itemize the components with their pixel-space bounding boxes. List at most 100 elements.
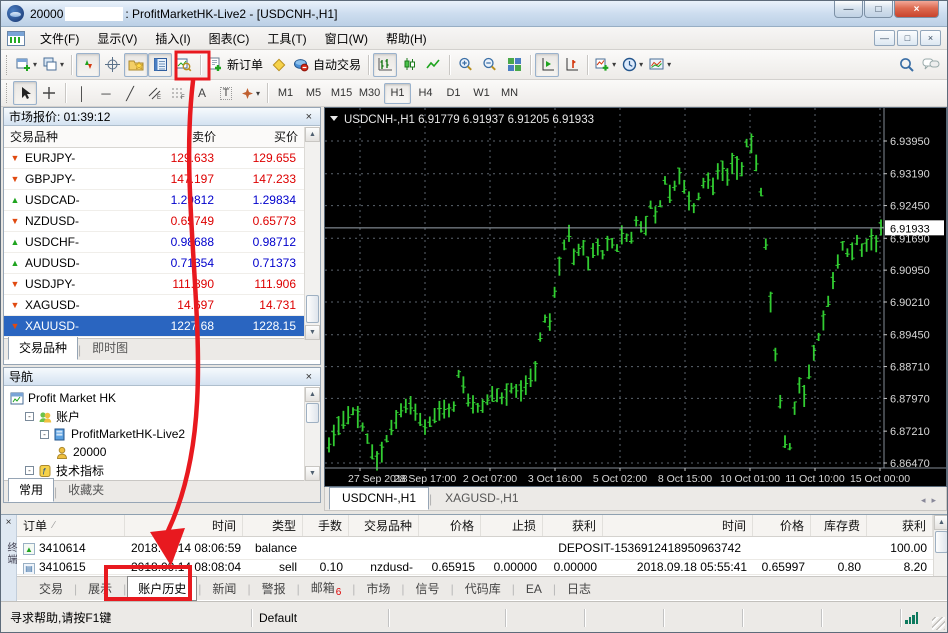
history-column-2[interactable]: 类型 — [243, 515, 303, 536]
history-column-3[interactable]: 手数 — [303, 515, 349, 536]
chart-window[interactable]: 6.939506.931906.924506.916906.909506.902… — [324, 107, 947, 487]
zoom-in-button[interactable] — [454, 53, 478, 77]
terminal-tab-8[interactable]: 代码库 — [455, 577, 511, 600]
chart-system-menu-icon[interactable] — [7, 31, 25, 46]
market-watch-row[interactable]: ▼NZDUSD-0.657490.65773 — [4, 211, 320, 232]
close-icon[interactable]: × — [303, 371, 315, 383]
tree-item-4[interactable]: -f技术指标 — [8, 461, 320, 479]
mdi-restore-button[interactable]: □ — [897, 30, 918, 46]
vertical-line-button[interactable]: │ — [70, 81, 94, 105]
price-chart[interactable]: 6.939506.931906.924506.916906.909506.902… — [325, 108, 946, 486]
mdi-close-button[interactable]: × — [920, 30, 941, 46]
chart-line-button[interactable] — [421, 53, 445, 77]
autotrading-button[interactable]: 自动交易 — [290, 53, 364, 77]
market-watch-row[interactable]: ▼GBPJPY-147.197147.233 — [4, 169, 320, 190]
mdi-minimize-button[interactable]: — — [874, 30, 895, 46]
menu-item-2[interactable]: 插入(I) — [146, 27, 199, 50]
timeframe-button-m5[interactable]: M5 — [300, 83, 327, 104]
navigator-toggle-button[interactable] — [124, 53, 148, 77]
menu-item-5[interactable]: 窗口(W) — [316, 27, 377, 50]
terminal-tab-7[interactable]: 信号 — [406, 577, 450, 600]
navigator-tab-1[interactable]: 收藏夹 — [57, 478, 115, 502]
strategy-tester-button[interactable] — [172, 53, 196, 77]
scroll-right-icon[interactable]: ▸ — [931, 495, 936, 506]
history-row[interactable]: ▲34106142018.09.14 08:06:59balanceDEPOSI… — [17, 537, 933, 560]
text-button[interactable]: A — [190, 81, 214, 105]
terminal-tab-5[interactable]: 邮箱6 — [301, 576, 352, 601]
market-watch-row[interactable]: ▲USDCAD-1.298121.29834 — [4, 190, 320, 211]
menu-item-0[interactable]: 文件(F) — [31, 27, 88, 50]
timeframe-button-h4[interactable]: H4 — [412, 83, 439, 104]
crosshair-mode-button[interactable] — [37, 81, 61, 105]
market-watch-header[interactable]: 市场报价: 01:39:12 × — [4, 108, 320, 126]
text-label-button[interactable]: T — [214, 81, 238, 105]
tree-expander-icon[interactable]: - — [25, 412, 34, 421]
terminal-tab-3[interactable]: 新闻 — [202, 577, 246, 600]
column-symbol[interactable]: 交易品种 — [4, 128, 139, 145]
column-ask[interactable]: 买价 — [222, 128, 304, 145]
column-bid[interactable]: 卖价 — [139, 128, 222, 145]
search-button[interactable] — [895, 53, 919, 77]
trendline-button[interactable]: ╱ — [118, 81, 142, 105]
menu-item-1[interactable]: 显示(V) — [88, 27, 146, 50]
navigator-header[interactable]: 导航 × — [4, 368, 320, 386]
market-watch-tab-1[interactable]: 即时图 — [81, 336, 139, 360]
scrollbar-thumb[interactable] — [306, 403, 319, 423]
history-column-6[interactable]: 止损 — [481, 515, 543, 536]
toolbar-grip[interactable] — [6, 55, 9, 75]
profiles-button[interactable]: ▾ — [40, 53, 67, 77]
metaeditor-button[interactable] — [266, 53, 290, 77]
history-column-4[interactable]: 交易品种 — [349, 515, 419, 536]
history-column-0[interactable]: 订单∕ — [17, 515, 125, 536]
terminal-tab-6[interactable]: 市场 — [356, 577, 400, 600]
menu-item-3[interactable]: 图表(C) — [200, 27, 259, 50]
tile-windows-button[interactable] — [502, 53, 526, 77]
periods-button[interactable]: ▾ — [619, 53, 646, 77]
indicators-button[interactable]: ▾ — [592, 53, 619, 77]
scroll-down-icon[interactable]: ▼ — [305, 466, 320, 481]
chart-shift-button[interactable] — [559, 53, 583, 77]
timeframe-button-mn[interactable]: MN — [496, 83, 523, 104]
menu-item-4[interactable]: 工具(T) — [258, 27, 315, 50]
timeframe-button-m30[interactable]: M30 — [356, 83, 383, 104]
terminal-tab-1[interactable]: 展示 — [78, 577, 122, 600]
timeframe-button-w1[interactable]: W1 — [468, 83, 495, 104]
chart-tab-0[interactable]: USDCNH-,H1 — [329, 487, 429, 510]
templates-button[interactable]: ▾ — [646, 53, 674, 77]
cursor-button[interactable] — [13, 81, 37, 105]
market-watch-row[interactable]: ▼XAUUSD-1227.681228.15 — [4, 316, 320, 337]
channel-button[interactable]: E — [142, 81, 166, 105]
zoom-out-button[interactable] — [478, 53, 502, 77]
terminal-tab-9[interactable]: EA — [516, 579, 552, 599]
timeframe-button-d1[interactable]: D1 — [440, 83, 467, 104]
terminal-tab-4[interactable]: 警报 — [252, 577, 296, 600]
market-watch-row[interactable]: ▼EURJPY-129.633129.655 — [4, 148, 320, 169]
close-icon[interactable]: × — [303, 111, 315, 123]
tree-expander-icon[interactable]: - — [40, 430, 49, 439]
window-close-button[interactable]: × — [894, 1, 939, 18]
chart-candles-button[interactable] — [397, 53, 421, 77]
market-watch-row[interactable]: ▲AUDUSD-0.713540.71373 — [4, 253, 320, 274]
navigator-scrollbar[interactable]: ▲ ▼ — [304, 387, 320, 481]
history-column-8[interactable]: 时间 — [603, 515, 753, 536]
terminal-tab-0[interactable]: 交易 — [29, 577, 73, 600]
resize-grip[interactable] — [932, 617, 945, 630]
autoscroll-button[interactable] — [535, 53, 559, 77]
horizontal-line-button[interactable]: ─ — [94, 81, 118, 105]
market-watch-row[interactable]: ▼XAGUSD-14.69714.731 — [4, 295, 320, 316]
chart-tab-1[interactable]: XAGUSD-,H1 — [432, 487, 531, 510]
market-watch-toggle-button[interactable] — [76, 53, 100, 77]
tree-item-1[interactable]: -账户 — [8, 407, 320, 425]
history-column-1[interactable]: 时间 — [125, 515, 243, 536]
terminal-toggle-button[interactable] — [148, 53, 172, 77]
timeframe-button-m15[interactable]: M15 — [328, 83, 355, 104]
chat-button[interactable] — [919, 53, 943, 77]
scroll-down-icon[interactable]: ▼ — [305, 325, 320, 340]
new-chart-button[interactable]: ▾ — [13, 53, 40, 77]
tree-item-3[interactable]: 20000 — [8, 443, 320, 461]
history-column-10[interactable]: 库存费 — [811, 515, 867, 536]
market-watch-scrollbar[interactable]: ▲ ▼ — [304, 127, 320, 340]
scrollbar-thumb[interactable] — [306, 295, 319, 323]
terminal-scrollbar[interactable]: ▲ — [933, 515, 948, 576]
market-watch-row[interactable]: ▼USDJPY-111.890111.906 — [4, 274, 320, 295]
